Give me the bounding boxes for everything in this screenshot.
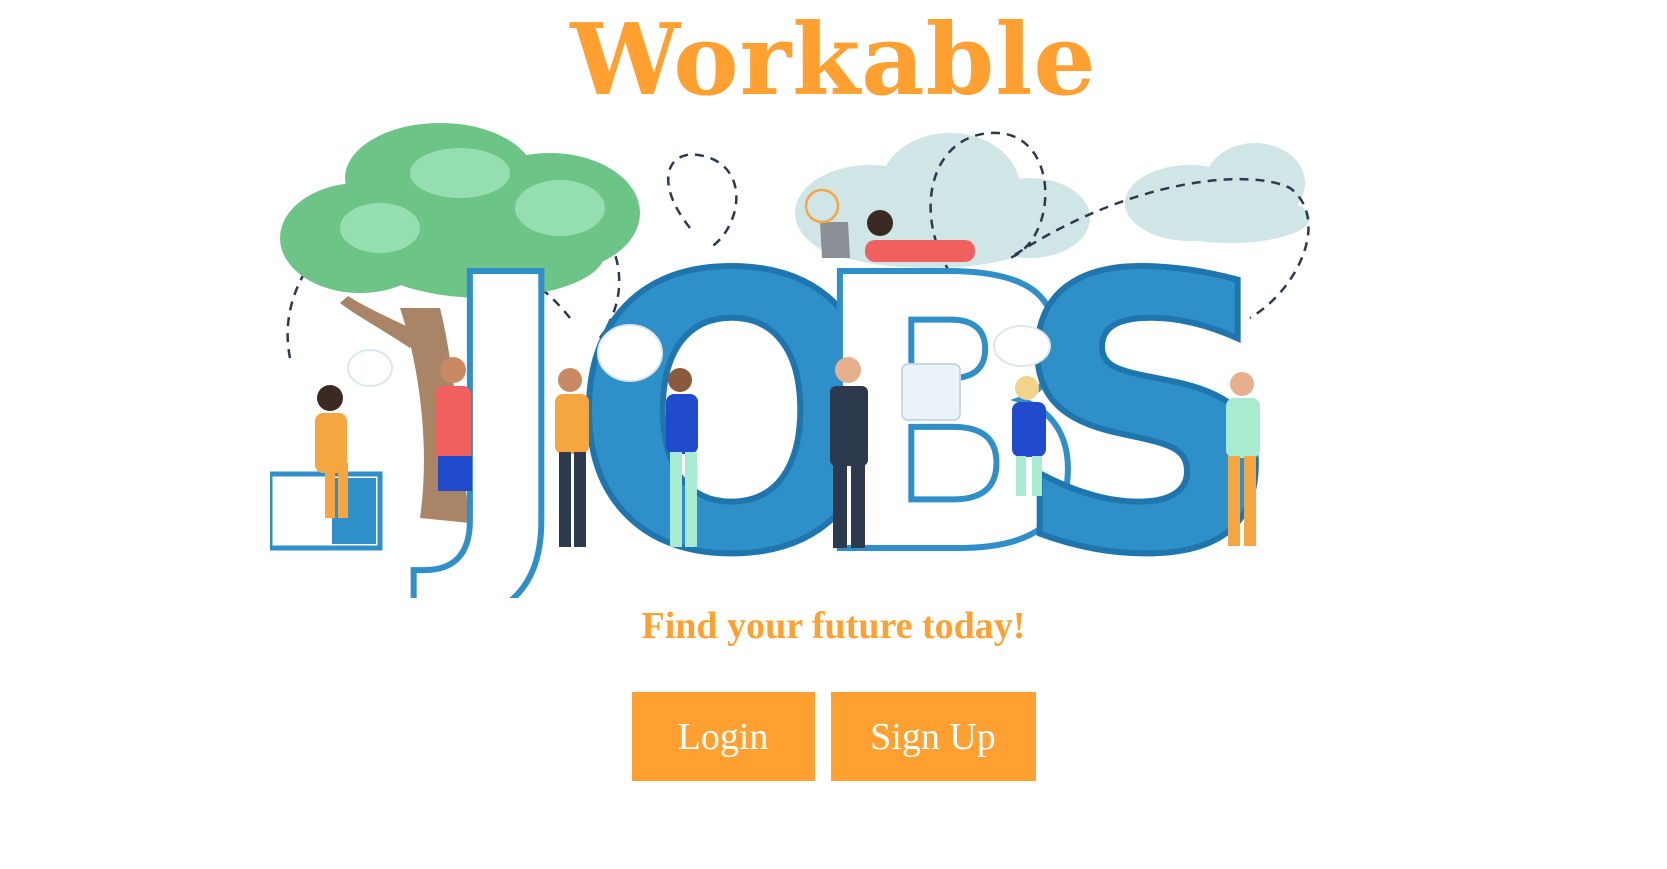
- brand-title: Workable: [570, 3, 1097, 118]
- login-button[interactable]: Login: [631, 692, 815, 781]
- tagline: Find your future today!: [641, 605, 1026, 647]
- auth-actions: Login Sign Up: [0, 692, 1667, 781]
- person-man-tablet: [666, 368, 698, 547]
- letter-s: S: [1010, 195, 1284, 598]
- signup-button[interactable]: Sign Up: [830, 692, 1036, 781]
- jobs-hero-illustration: J O B S: [270, 123, 1310, 598]
